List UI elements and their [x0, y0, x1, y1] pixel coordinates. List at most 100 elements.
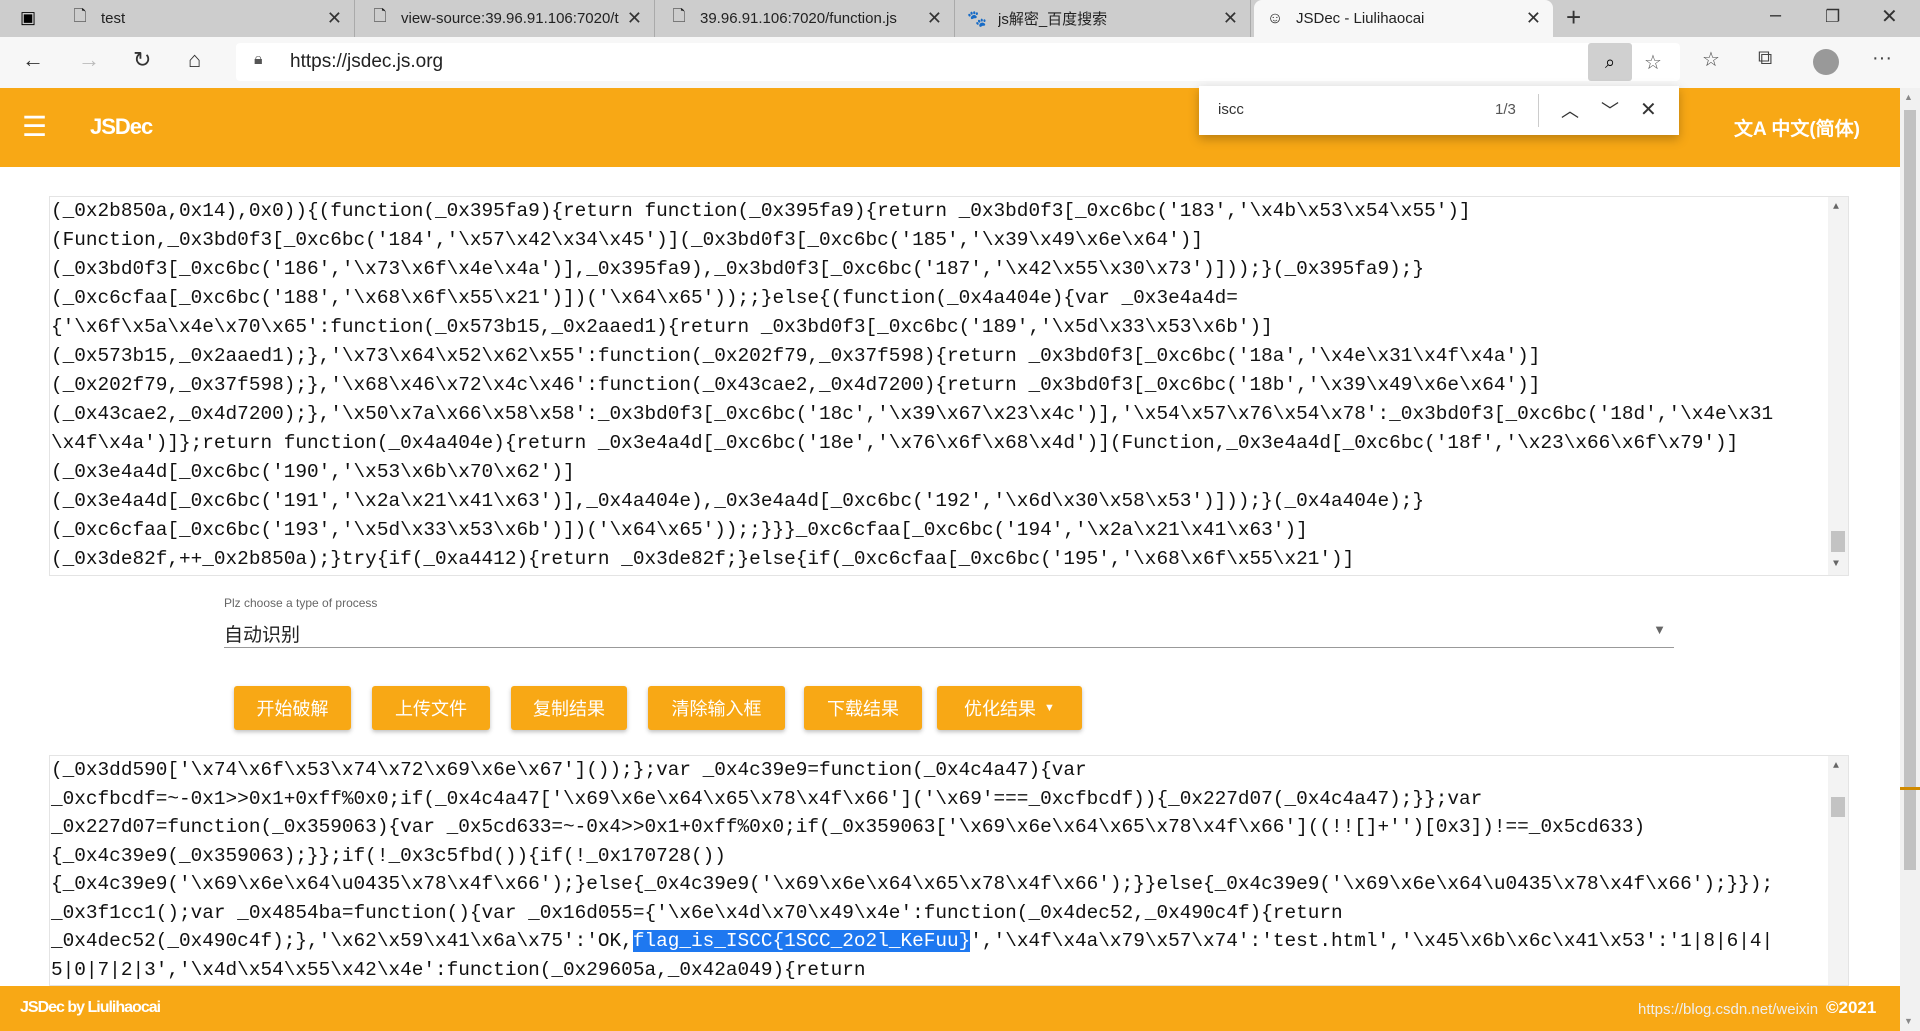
baidu-icon: 🐾: [967, 10, 987, 28]
upload-file-button[interactable]: 上传文件: [372, 686, 490, 730]
input-code-editor[interactable]: (_0x2b850a,0x14),0x0)){(function(_0x395f…: [49, 196, 1849, 576]
search-highlight: flag_is_ISCC{1SCC_2o2l_KeFuu}: [632, 930, 971, 952]
input-scrollbar[interactable]: ▲ ▼: [1828, 197, 1848, 575]
caret-down-icon: ▼: [1044, 702, 1055, 714]
new-tab-button[interactable]: +: [1566, 2, 1581, 33]
output-code-editor[interactable]: (_0x3dd590['\x74\x6f\x53\x74\x72\x69\x6e…: [49, 755, 1849, 986]
tab-1[interactable]: 🗋 test ✕: [59, 0, 355, 37]
code-line: (_0x3dd590['\x74\x6f\x53\x74\x72\x69\x6e…: [51, 759, 1087, 781]
tab-3[interactable]: 🗋 39.96.91.106:7020/function.js ✕: [658, 0, 955, 37]
page-scrollbar[interactable]: ▲ ▼: [1900, 88, 1920, 1031]
profile-avatar[interactable]: [1813, 49, 1839, 75]
language-button[interactable]: 文A 中文(简体): [1734, 114, 1860, 141]
footer: JSDec by Liulihaocai https://blog.csdn.n…: [0, 986, 1900, 1031]
page-icon: 🗋: [73, 8, 87, 25]
code-line: {_0x4c39e9('\x69\x6e\x64\u0435\x78\x4f\x…: [51, 873, 1774, 895]
tab-title: view-source:39.96.91.106:7020/te: [401, 10, 619, 27]
app-logo[interactable]: JSDec: [90, 114, 153, 140]
tab-actions-icon[interactable]: ▣: [20, 8, 36, 28]
download-result-button[interactable]: 下载结果: [804, 686, 922, 730]
code-line: (_0x2b850a,0x14),0x0)){(function(_0x395f…: [51, 200, 1471, 222]
close-tab-icon[interactable]: ✕: [927, 8, 942, 29]
process-select[interactable]: 自动识别 ▼: [224, 616, 1674, 648]
close-tab-icon[interactable]: ✕: [327, 8, 342, 29]
find-previous-icon[interactable]: ︿: [1561, 97, 1579, 123]
back-icon[interactable]: ←: [22, 47, 44, 73]
forward-icon[interactable]: →: [78, 47, 100, 73]
language-label: 中文(简体): [1771, 119, 1860, 140]
code-line: (_0x573b15,_0x2aaed1);},'\x73\x64\x52\x6…: [51, 345, 1541, 367]
code-line-flag: _0x4dec52(_0x490c4f);},'\x62\x59\x41\x6a…: [50, 927, 1848, 956]
add-favorite-icon[interactable]: ☆: [1644, 50, 1662, 75]
start-crack-button[interactable]: 开始破解: [234, 686, 351, 730]
translate-icon: 文A: [1734, 119, 1772, 140]
code-line: _0xcfbcdf=~-0x1>>0x1+0xff%0x0;if(_0x4c4a…: [51, 787, 1483, 810]
process-label: Plz choose a type of process: [224, 596, 378, 610]
address-bar[interactable]: 🔒︎ https://jsdec.js.org ⌕ ☆: [236, 43, 1680, 81]
code-line: \x4f\x4a')]};return function(_0x4a404e){…: [51, 432, 1739, 454]
home-icon[interactable]: ⌂: [188, 47, 201, 73]
scrollbar-thumb[interactable]: [1831, 797, 1845, 817]
code-line: 5|0|7|2|3','\x4d\x54\x55\x42\x4e':functi…: [51, 958, 866, 981]
tab-title: 39.96.91.106:7020/function.js: [700, 10, 897, 27]
code-line: {_0x4c39e9(_0x359063);}};if(!_0x3c5fbd()…: [51, 844, 726, 867]
copyright: ©2021: [1826, 998, 1877, 1017]
optimize-result-button[interactable]: 优化结果 ▼: [937, 686, 1082, 730]
maximize-button[interactable]: ❐: [1825, 7, 1840, 27]
find-match-marker: [1900, 787, 1920, 790]
menu-icon[interactable]: ☰: [22, 110, 47, 143]
scroll-up-icon[interactable]: ▲: [1904, 92, 1913, 102]
close-tab-icon[interactable]: ✕: [1223, 8, 1238, 29]
find-in-page-icon[interactable]: ⌕: [1588, 43, 1632, 81]
more-icon[interactable]: ···: [1872, 47, 1892, 70]
scroll-up-icon[interactable]: ▲: [1833, 202, 1839, 213]
output-scrollbar[interactable]: ▲: [1828, 756, 1848, 985]
scroll-down-icon[interactable]: ▼: [1833, 559, 1839, 570]
tab-title: test: [101, 10, 126, 27]
page-icon: 🗋: [373, 8, 387, 25]
code-line: (_0x43cae2,_0x4d7200);},'\x50\x7a\x66\x5…: [51, 403, 1774, 425]
find-count: 1/3: [1495, 101, 1516, 118]
close-window-button[interactable]: ✕: [1881, 4, 1898, 29]
scrollbar-thumb[interactable]: [1904, 110, 1916, 870]
code-line: (_0x3de82f,++_0x2b850a);}try{if(_0xa4412…: [51, 548, 1355, 570]
favorites-icon[interactable]: ☆: [1702, 47, 1720, 72]
lock-icon[interactable]: 🔒︎: [254, 51, 263, 69]
scroll-down-icon[interactable]: ▼: [1904, 1016, 1913, 1026]
clear-input-button[interactable]: 清除输入框: [648, 686, 785, 730]
code-line: (_0x202f79,_0x37f598);},'\x68\x46\x72\x4…: [51, 374, 1541, 396]
code-line: (Function,_0x3bd0f3[_0xc6bc('184','\x57\…: [51, 229, 1203, 251]
copy-result-button[interactable]: 复制结果: [511, 686, 627, 730]
process-value: 自动识别: [224, 625, 301, 646]
tab-4[interactable]: 🐾 js解密_百度搜索 ✕: [956, 0, 1251, 37]
scrollbar-thumb[interactable]: [1831, 531, 1845, 552]
close-tab-icon[interactable]: ✕: [1526, 8, 1541, 29]
watermark: https://blog.csdn.net/weixin: [1638, 1001, 1819, 1018]
code-line: _0x227d07=function(_0x359063){var _0x5cd…: [51, 816, 1646, 838]
code-line: _0x3f1cc1();var _0x4854ba=function(){var…: [51, 901, 1343, 924]
page-icon: 🗋: [672, 8, 686, 25]
tab-bar: ▣ 🗋 test ✕ 🗋 view-source:39.96.91.106:7020/t…: [0, 0, 1920, 37]
find-bar: iscc 1/3 ︿ ﹀ ✕: [1199, 86, 1679, 135]
tab-title: JSDec - Liulihaocai: [1296, 10, 1425, 27]
chevron-down-icon: ▼: [1653, 622, 1666, 637]
url-text[interactable]: https://jsdec.js.org: [290, 51, 443, 73]
scroll-up-icon[interactable]: ▲: [1833, 761, 1839, 772]
code-text: _0x4dec52(_0x490c4f);},'\x62\x59\x41\x6a…: [51, 930, 633, 952]
find-next-icon[interactable]: ﹀: [1601, 97, 1619, 123]
avatar-icon: ☺: [1266, 9, 1284, 27]
tab-2[interactable]: 🗋 view-source:39.96.91.106:7020/te ✕: [359, 0, 655, 37]
collections-icon[interactable]: ⧉: [1758, 47, 1772, 70]
code-line: {'\x6f\x5a\x4e\x70\x65':function(_0x573b…: [51, 316, 1273, 338]
code-line: (_0x3e4a4d[_0xc6bc('190','\x53\x6b\x70\x…: [51, 461, 575, 483]
close-tab-icon[interactable]: ✕: [627, 8, 642, 29]
reload-icon[interactable]: ↻: [133, 47, 151, 73]
code-line: (_0x3e4a4d[_0xc6bc('191','\x2a\x21\x41\x…: [51, 490, 1425, 512]
find-close-icon[interactable]: ✕: [1640, 97, 1657, 122]
code-line: (_0xc6cfaa[_0xc6bc('188','\x68\x6f\x55\x…: [51, 287, 1238, 309]
footer-credit: JSDec by Liulihaocai: [20, 999, 161, 1016]
minimize-button[interactable]: –: [1770, 4, 1781, 27]
find-input[interactable]: iscc: [1218, 101, 1244, 118]
tab-5[interactable]: ☺ JSDec - Liulihaocai ✕: [1254, 0, 1553, 37]
tab-title: js解密_百度搜索: [998, 11, 1108, 28]
